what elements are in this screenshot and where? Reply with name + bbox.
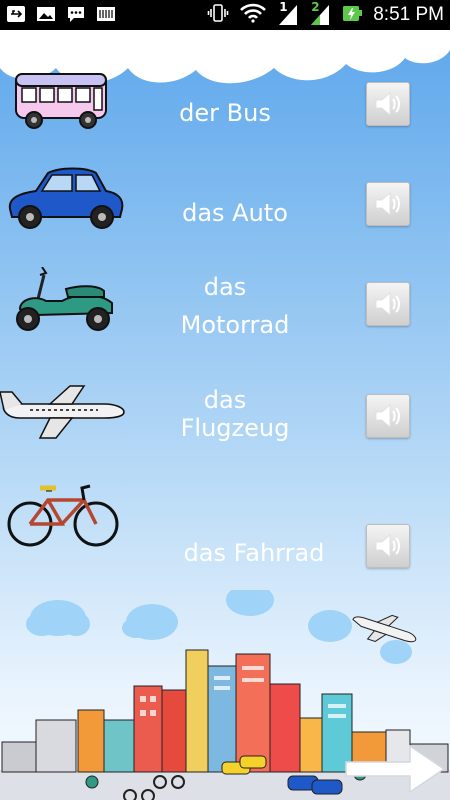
play-audio-button-flugzeug[interactable]	[366, 394, 410, 438]
image-icon	[36, 5, 56, 23]
speaker-icon	[375, 292, 400, 316]
scooter-icon[interactable]	[6, 267, 118, 333]
usb-icon	[6, 5, 26, 23]
vocab-row-fahrrad: das Fahrrad	[0, 480, 450, 570]
word-der-bus[interactable]: der Bus	[160, 95, 290, 131]
word-das-motorrad-line1[interactable]: das	[160, 269, 290, 305]
vocab-row-motorrad: das Motorrad	[0, 267, 450, 362]
speaker-icon	[375, 404, 400, 428]
play-audio-button-fahrrad[interactable]	[366, 524, 410, 568]
vocab-row-flugzeug: das Flugzeug	[0, 380, 450, 470]
word-das-auto[interactable]: das Auto	[160, 195, 310, 231]
bicycle-icon[interactable]	[6, 480, 120, 550]
vocabulary-screen: der Bus das Auto das Motorrad das Flugze…	[0, 30, 450, 800]
signal-1-icon: 1	[277, 0, 299, 27]
vibrate-icon	[207, 3, 229, 27]
play-audio-button-motorrad[interactable]	[366, 282, 410, 326]
notification-icons	[6, 5, 116, 23]
car-icon[interactable]	[2, 165, 126, 231]
play-audio-button-bus[interactable]	[366, 82, 410, 126]
clock: 8:51 PM	[373, 4, 444, 25]
chat-icon	[66, 5, 86, 23]
battery-charging-icon	[341, 2, 363, 28]
sim1-label: 1	[278, 0, 289, 14]
speaker-icon	[375, 92, 400, 116]
vocab-row-bus: der Bus	[0, 70, 450, 145]
wifi-icon	[239, 3, 267, 27]
word-das-motorrad-line2[interactable]: Motorrad	[160, 307, 310, 343]
word-das-fahrrad[interactable]: das Fahrrad	[174, 535, 334, 571]
airplane-icon[interactable]	[0, 384, 126, 440]
speaker-icon	[375, 192, 400, 216]
status-bar: 1 2 8:51 PM	[0, 0, 450, 30]
speaker-icon	[375, 534, 400, 558]
keyboard-icon	[96, 5, 116, 23]
vocab-row-auto: das Auto	[0, 165, 450, 240]
next-arrow-icon[interactable]	[340, 738, 450, 800]
sim2-label: 2	[310, 0, 321, 14]
system-icons: 1 2 8:51 PM	[207, 0, 444, 28]
word-das-flugzeug-line2[interactable]: Flugzeug	[160, 410, 310, 446]
signal-2-icon: 2	[309, 0, 331, 27]
play-audio-button-auto[interactable]	[366, 182, 410, 226]
bus-icon[interactable]	[12, 70, 110, 132]
